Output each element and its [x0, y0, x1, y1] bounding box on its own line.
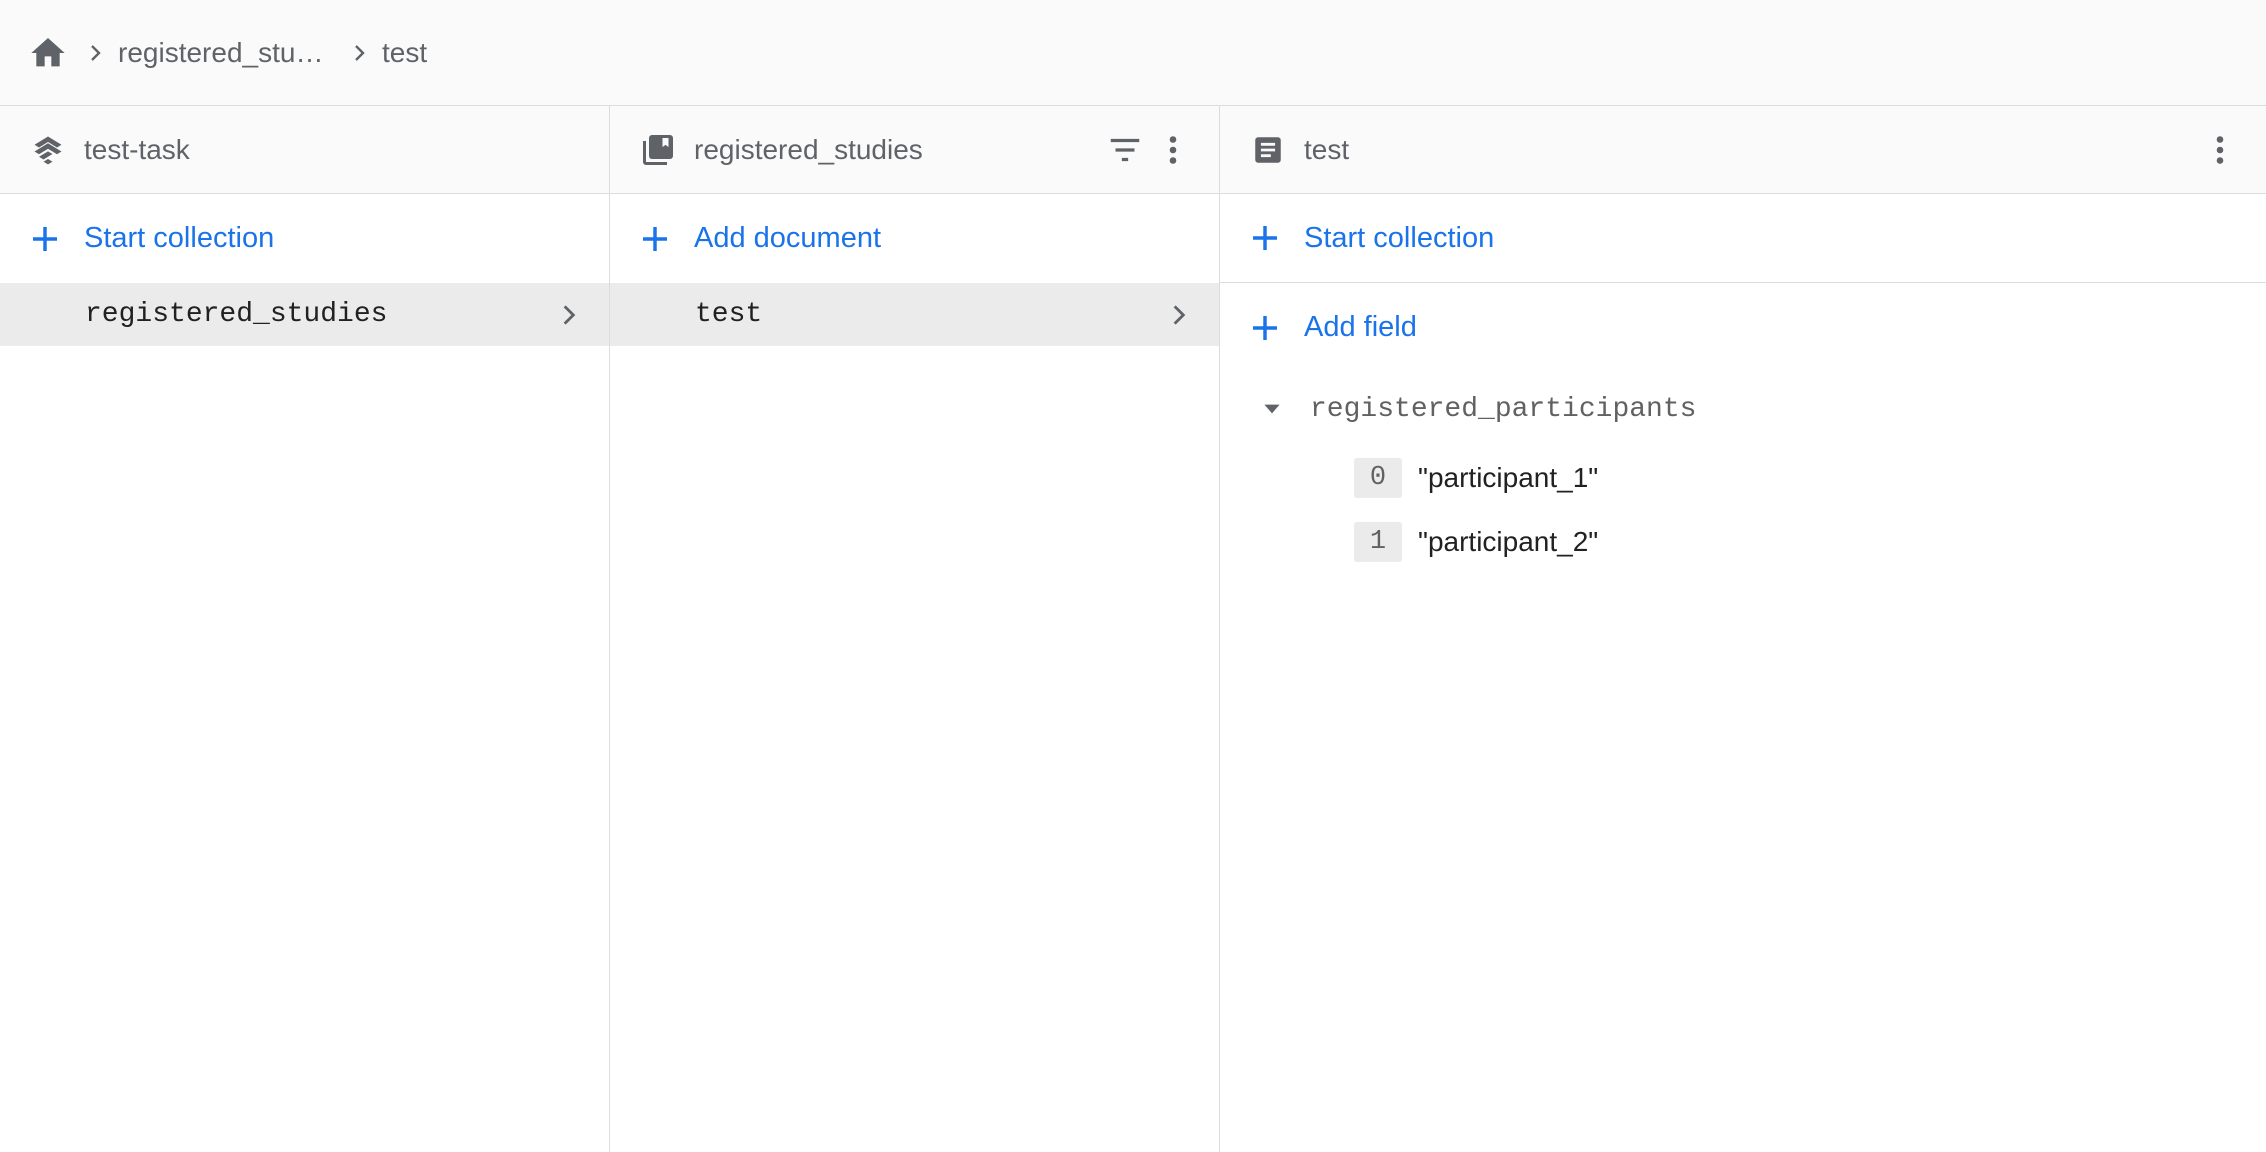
array-entry[interactable]: 1 "participant_2" — [1220, 510, 2266, 574]
add-document-button[interactable]: Add document — [610, 194, 1219, 283]
arrow-drop-down-icon[interactable] — [1254, 391, 1290, 427]
plus-icon — [26, 220, 64, 258]
array-index: 0 — [1354, 458, 1402, 498]
more-vert-icon[interactable] — [2196, 126, 2244, 174]
breadcrumb-item-collection[interactable]: registered_studi… — [118, 37, 336, 69]
add-document-label: Add document — [694, 222, 882, 254]
array-value: "participant_1" — [1418, 462, 1599, 493]
chevron-right-icon — [336, 41, 382, 65]
start-collection-label: Start collection — [84, 222, 275, 254]
collection-list-item[interactable]: registered_studies — [0, 283, 609, 346]
field-row[interactable]: registered_participants — [1220, 372, 2266, 446]
breadcrumb: registered_studi… test — [0, 0, 2266, 106]
plus-icon — [1246, 309, 1284, 347]
chevron-right-icon — [1161, 297, 1197, 333]
plus-icon — [1246, 219, 1284, 257]
root-panel-title: test-task — [84, 133, 190, 165]
array-value: "participant_2" — [1418, 526, 1599, 557]
breadcrumb-item-document[interactable]: test — [382, 37, 427, 69]
plus-icon — [636, 220, 674, 258]
collection-panel-title: registered_studies — [694, 133, 923, 165]
start-collection-button[interactable]: Start collection — [0, 194, 609, 283]
add-field-button[interactable]: Add field — [1220, 283, 2266, 372]
document-panel: test Start collection Add field register… — [1220, 106, 2266, 1152]
document-list-item[interactable]: test — [610, 283, 1219, 346]
filter-icon[interactable] — [1101, 126, 1149, 174]
project-stack-icon — [28, 130, 68, 170]
root-panel: test-task Start collection registered_st… — [0, 106, 610, 1152]
document-panel-header: test — [1220, 106, 2266, 194]
document-panel-title: test — [1304, 133, 1350, 165]
collection-icon — [638, 130, 678, 170]
chevron-right-icon — [72, 41, 118, 65]
start-subcollection-label: Start collection — [1304, 221, 1495, 254]
array-index: 1 — [1354, 522, 1402, 562]
collection-name: registered_studies — [85, 299, 388, 330]
add-field-label: Add field — [1304, 311, 1417, 343]
chevron-right-icon — [551, 297, 587, 333]
document-id: test — [695, 299, 763, 330]
array-entry[interactable]: 0 "participant_1" — [1220, 446, 2266, 510]
document-icon — [1248, 130, 1288, 170]
more-vert-icon[interactable] — [1149, 126, 1197, 174]
root-panel-header: test-task — [0, 106, 609, 194]
start-subcollection-button[interactable]: Start collection — [1220, 194, 2266, 283]
collection-panel-header: registered_studies — [610, 106, 1219, 194]
collection-panel: registered_studies Add document test — [610, 106, 1220, 1152]
data-panels: test-task Start collection registered_st… — [0, 106, 2266, 1152]
field-name: registered_participants — [1310, 393, 1697, 425]
home-icon[interactable] — [24, 29, 72, 77]
